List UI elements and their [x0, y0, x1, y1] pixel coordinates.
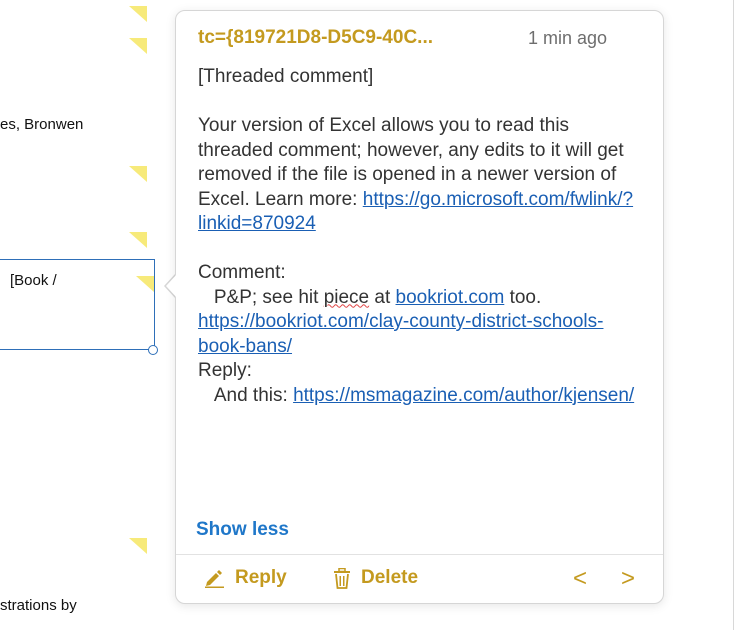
reply-button[interactable]: Reply: [203, 567, 287, 589]
threaded-comment-card: tc={819721D8-D5C9-40C... 1 min ago [Thre…: [175, 10, 664, 604]
bookriot-link[interactable]: bookriot.com: [396, 287, 505, 308]
comment-text: P&P; see hit piece at bookriot.com too. h…: [198, 286, 643, 360]
reply-text-prefix: And this:: [213, 384, 294, 406]
bookriot-article-link[interactable]: https://bookriot.com/clay-county-distric…: [198, 311, 603, 357]
delete-button[interactable]: Delete: [333, 567, 418, 589]
selection-resize-handle[interactable]: [148, 345, 158, 355]
pencil-icon: [203, 568, 225, 588]
trash-icon: [333, 567, 351, 589]
footer-divider: [176, 554, 663, 555]
comment-text-before: P&P; see hit: [213, 286, 324, 308]
selected-cell[interactable]: [0, 259, 155, 350]
comment-marker[interactable]: [129, 38, 147, 54]
comment-label: Comment:: [198, 262, 286, 283]
delete-label: Delete: [361, 567, 419, 588]
show-less-button[interactable]: Show less: [196, 519, 289, 541]
reply-label: Reply:: [198, 360, 252, 381]
reply-text: And this: https://msmagazine.com/author/…: [198, 384, 643, 409]
reply-label: Reply: [235, 567, 287, 588]
comment-marker[interactable]: [129, 6, 147, 22]
comment-text-after: at: [369, 286, 396, 308]
comment-body: [Threaded comment] Your version of Excel…: [198, 65, 643, 408]
comment-text-end: too.: [504, 286, 542, 308]
misspelled-word[interactable]: piece: [324, 287, 369, 308]
next-comment-button[interactable]: >: [621, 564, 635, 594]
comment-marker[interactable]: [129, 232, 147, 248]
comment-marker[interactable]: [129, 166, 147, 182]
comment-author: tc={819721D8-D5C9-40C...: [198, 27, 433, 48]
cell-text-illustrations[interactable]: strations by: [0, 597, 77, 614]
comment-timestamp: 1 min ago: [528, 28, 608, 48]
card-pointer-fill: [166, 274, 177, 298]
threaded-comment-notice: Your version of Excel allows you to read…: [198, 114, 643, 237]
threaded-comment-tag: [Threaded comment]: [198, 66, 374, 87]
cell-text-author[interactable]: es, Bronwen: [0, 116, 83, 133]
comment-marker[interactable]: [129, 538, 147, 554]
msmagazine-link[interactable]: https://msmagazine.com/author/kjensen/: [293, 385, 634, 406]
previous-comment-button[interactable]: <: [573, 564, 587, 594]
